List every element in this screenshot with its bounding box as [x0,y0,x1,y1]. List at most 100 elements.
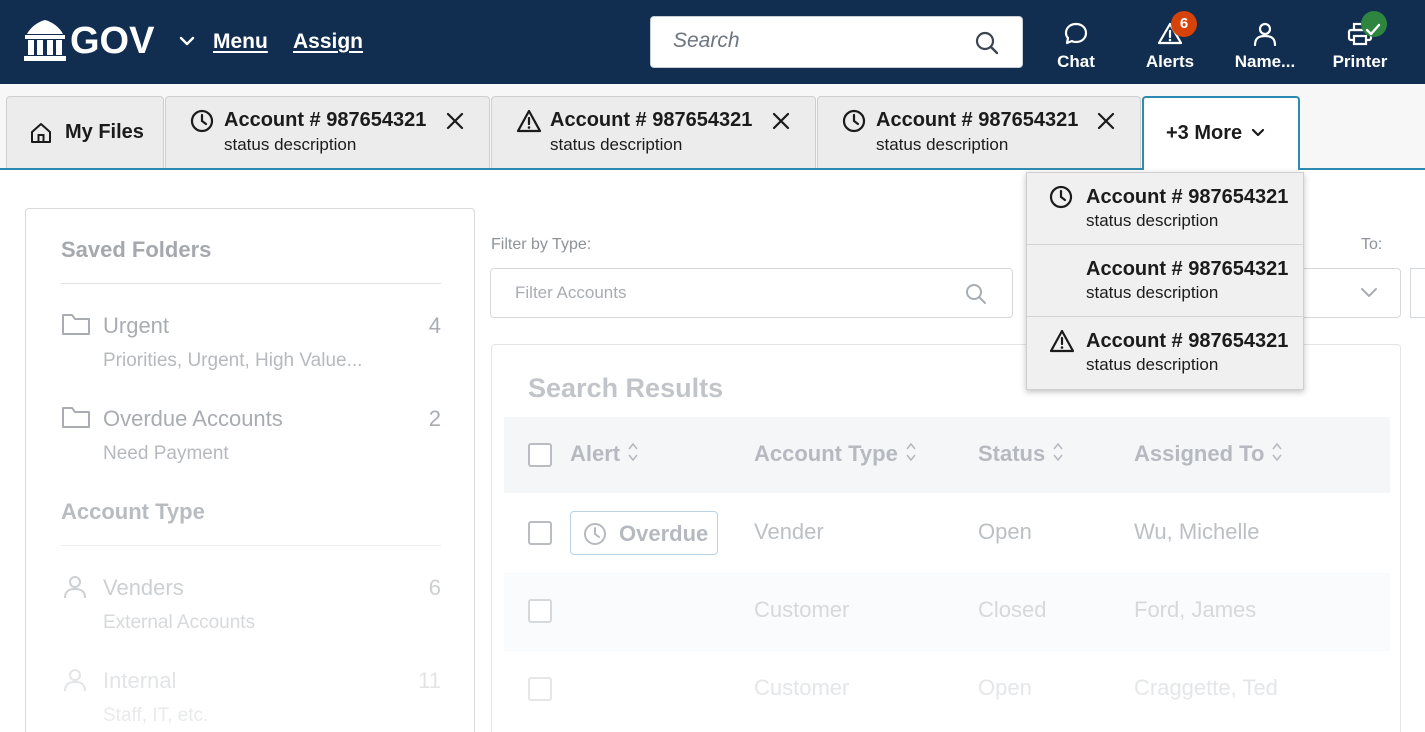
gov-logo[interactable]: GOV [22,18,154,64]
tab-subtitle: status description [550,135,683,154]
assign-link[interactable]: Assign [293,30,363,54]
column-header-status[interactable]: Status [978,441,1063,467]
assigned-to-cell: Wu, Michelle [1134,519,1260,544]
select-all-checkbox[interactable] [528,443,552,467]
column-header-assigned-to[interactable]: Assigned To [1134,441,1283,467]
column-label: Assigned To [1134,441,1265,466]
account-type-venders[interactable]: Venders 6 External Accounts [61,573,441,643]
column-header-account-type[interactable]: Account Type [754,441,916,467]
sidebar-panel: Saved Folders Urgent 4 Priorities, Urgen… [25,208,475,732]
column-label: Alert [570,441,621,466]
account-type-label: Venders [103,575,184,600]
top-navigation-bar: GOV Menu Assign Chat 6 Alerts Name... [0,0,1425,84]
tab-title: Account # 987654321 [550,109,753,131]
filter-type-label: Filter by Type: [491,236,592,253]
sort-icon [1272,442,1283,462]
tab-label: My Files [65,121,144,143]
close-icon[interactable] [1096,111,1116,131]
folder-description: Priorities, Urgent, High Value... [103,350,363,371]
dropdown-item-subtitle: status description [1086,283,1219,302]
chevron-down-icon [1251,128,1265,137]
user-name-button[interactable]: Name... [1230,14,1300,74]
account-type-cell: Customer [754,597,850,622]
chat-button[interactable]: Chat [1046,14,1106,74]
logo-text: GOV [70,20,155,62]
folder-label: Overdue Accounts [103,406,283,431]
alerts-button[interactable]: 6 Alerts [1140,11,1200,74]
tab-account[interactable]: Account # 987654321 status description [165,96,490,168]
table-row[interactable]: Overdue Vender Open Wu, Michelle [504,495,1390,573]
divider [61,283,441,284]
account-type-cell: Vender [754,519,824,544]
account-type-description: External Accounts [103,612,256,633]
folder-count: 2 [428,406,441,431]
clock-icon [842,109,866,133]
dropdown-item-title: Account # 987654321 [1086,258,1289,280]
assigned-to-cell: Craggette, Ted [1134,675,1278,700]
menu-link[interactable]: Menu [213,30,268,54]
alerts-label: Alerts [1145,52,1195,71]
tab-account[interactable]: Account # 987654321 status description [491,96,816,168]
table-row[interactable]: Customer Open Craggette, Ted [504,651,1390,729]
user-icon [64,576,86,599]
column-label: Status [978,441,1046,466]
tab-subtitle: status description [224,135,357,154]
search-results-card: Search Results Alert Account Type Status… [491,344,1401,732]
filter-accounts-input[interactable] [515,269,935,317]
folder-item-urgent[interactable]: Urgent 4 Priorities, Urgent, High Value.… [61,311,441,381]
account-type-heading: Account Type [61,499,205,524]
folder-label: Urgent [103,313,170,338]
user-name-label: Name... [1234,52,1296,71]
assigned-to-cell: Ford, James [1134,597,1257,622]
tab-title: Account # 987654321 [876,109,1079,131]
alert-pill[interactable]: Overdue [570,511,718,555]
to-date-field[interactable] [1410,268,1425,318]
folder-item-overdue[interactable]: Overdue Accounts 2 Need Payment [61,404,441,474]
account-type-cell: Customer [754,675,850,700]
more-tabs-button[interactable]: +3 More [1142,96,1300,170]
folder-description: Need Payment [103,443,229,464]
close-icon[interactable] [445,111,465,131]
dropdown-item-title: Account # 987654321 [1086,186,1289,208]
warning-icon [516,109,542,133]
column-header-alert[interactable]: Alert [570,441,638,467]
open-files-tab-bar: My Files Account # 987654321 status desc… [0,84,1425,170]
row-checkbox[interactable] [528,521,552,545]
account-type-internal[interactable]: Internal 11 Staff, IT, etc. [61,666,441,732]
dropdown-item-subtitle: status description [1086,355,1219,374]
table-row[interactable]: Customer Closed Ford, James [504,573,1390,651]
dropdown-item-account[interactable]: Account # 987654321 status description [1027,317,1303,389]
clock-icon [190,109,214,133]
tab-my-files[interactable]: My Files [6,96,164,168]
dropdown-item-account[interactable]: Account # 987654321 status description [1027,245,1303,317]
dropdown-item-title: Account # 987654321 [1086,330,1289,352]
account-type-label: Internal [103,668,177,693]
chevron-down-icon[interactable] [178,32,196,50]
user-icon [64,669,86,692]
alerts-count-badge: 6 [1171,11,1197,37]
printer-button[interactable]: Printer [1330,11,1390,74]
account-type-count: 11 [418,668,441,693]
account-type-count: 6 [428,575,441,600]
close-icon[interactable] [771,111,791,131]
folder-icon [62,314,90,335]
saved-folders-heading: Saved Folders [61,237,212,262]
chat-bubble-icon [1064,22,1088,45]
search-icon[interactable] [974,30,1000,56]
sort-icon [628,442,638,462]
tab-account[interactable]: Account # 987654321 status description [817,96,1141,168]
tab-title: Account # 987654321 [224,109,427,131]
dropdown-item-account[interactable]: Account # 987654321 status description [1027,173,1303,245]
more-tabs-label: +3 More [1166,122,1243,144]
chevron-down-icon [1361,288,1377,297]
global-search-box [650,16,1023,68]
search-input[interactable] [673,17,973,65]
tab-subtitle: status description [876,135,1009,154]
column-label: Account Type [754,441,898,466]
home-icon [31,123,51,143]
folder-count: 4 [428,313,441,338]
row-checkbox[interactable] [528,677,552,701]
clock-icon [584,523,606,545]
row-checkbox[interactable] [528,599,552,623]
search-icon[interactable] [965,283,987,305]
